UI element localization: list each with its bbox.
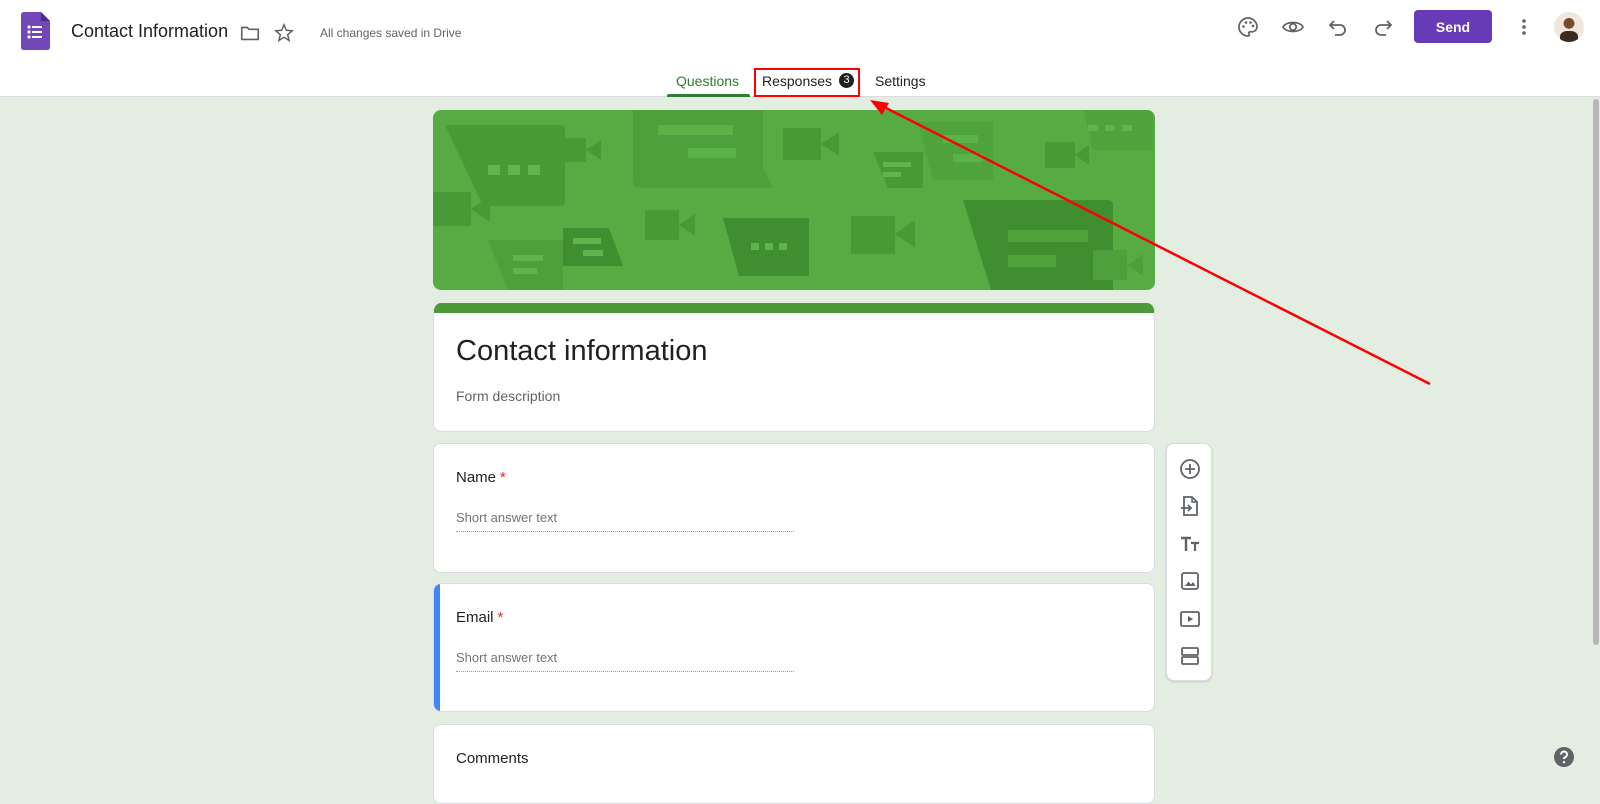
tab-settings[interactable]: Settings (875, 73, 926, 89)
redo-icon[interactable] (1371, 15, 1395, 39)
star-icon[interactable] (273, 22, 295, 44)
document-title[interactable]: Contact Information (71, 21, 228, 42)
required-asterisk: * (497, 609, 504, 626)
account-avatar[interactable] (1554, 12, 1584, 42)
google-forms-icon[interactable] (21, 12, 50, 50)
more-vert-icon[interactable] (1512, 15, 1536, 39)
question-toolbar (1166, 443, 1212, 681)
palette-icon[interactable] (1236, 15, 1260, 39)
short-answer-placeholder: Short answer text (456, 650, 794, 672)
question-label: Name * (456, 469, 506, 486)
send-button[interactable]: Send (1414, 10, 1492, 43)
form-title-card[interactable]: Contact information Form description (433, 303, 1155, 432)
import-icon[interactable] (1178, 494, 1202, 518)
video-icon[interactable] (1178, 607, 1202, 631)
form-header-banner (433, 110, 1155, 290)
active-question-indicator (434, 584, 440, 711)
form-description[interactable]: Form description (456, 388, 560, 404)
form-title[interactable]: Contact information (456, 335, 707, 368)
eye-icon[interactable] (1281, 15, 1305, 39)
tab-questions[interactable]: Questions (676, 73, 739, 89)
short-answer-placeholder: Short answer text (456, 510, 794, 532)
question-label: Comments (456, 750, 529, 767)
banner-illustration (433, 110, 1155, 290)
section-icon[interactable] (1178, 644, 1202, 668)
question-label: Email * (456, 609, 504, 626)
scrollbar-thumb[interactable] (1593, 99, 1599, 645)
undo-icon[interactable] (1326, 15, 1350, 39)
folder-icon[interactable] (239, 22, 261, 44)
theme-color-strip (434, 303, 1154, 313)
annotation-highlight-box (754, 68, 860, 97)
image-icon[interactable] (1178, 569, 1202, 593)
question-card-comments[interactable]: Comments (433, 724, 1155, 804)
question-card-name[interactable]: Name * Short answer text (433, 443, 1155, 573)
help-icon[interactable] (1553, 746, 1575, 768)
add-circle-icon[interactable] (1178, 457, 1202, 481)
question-card-email[interactable]: Email * Short answer text (433, 583, 1155, 712)
required-asterisk: * (500, 469, 506, 486)
title-text-icon[interactable] (1178, 532, 1202, 556)
save-status: All changes saved in Drive (320, 26, 462, 40)
active-tab-indicator (667, 94, 750, 97)
